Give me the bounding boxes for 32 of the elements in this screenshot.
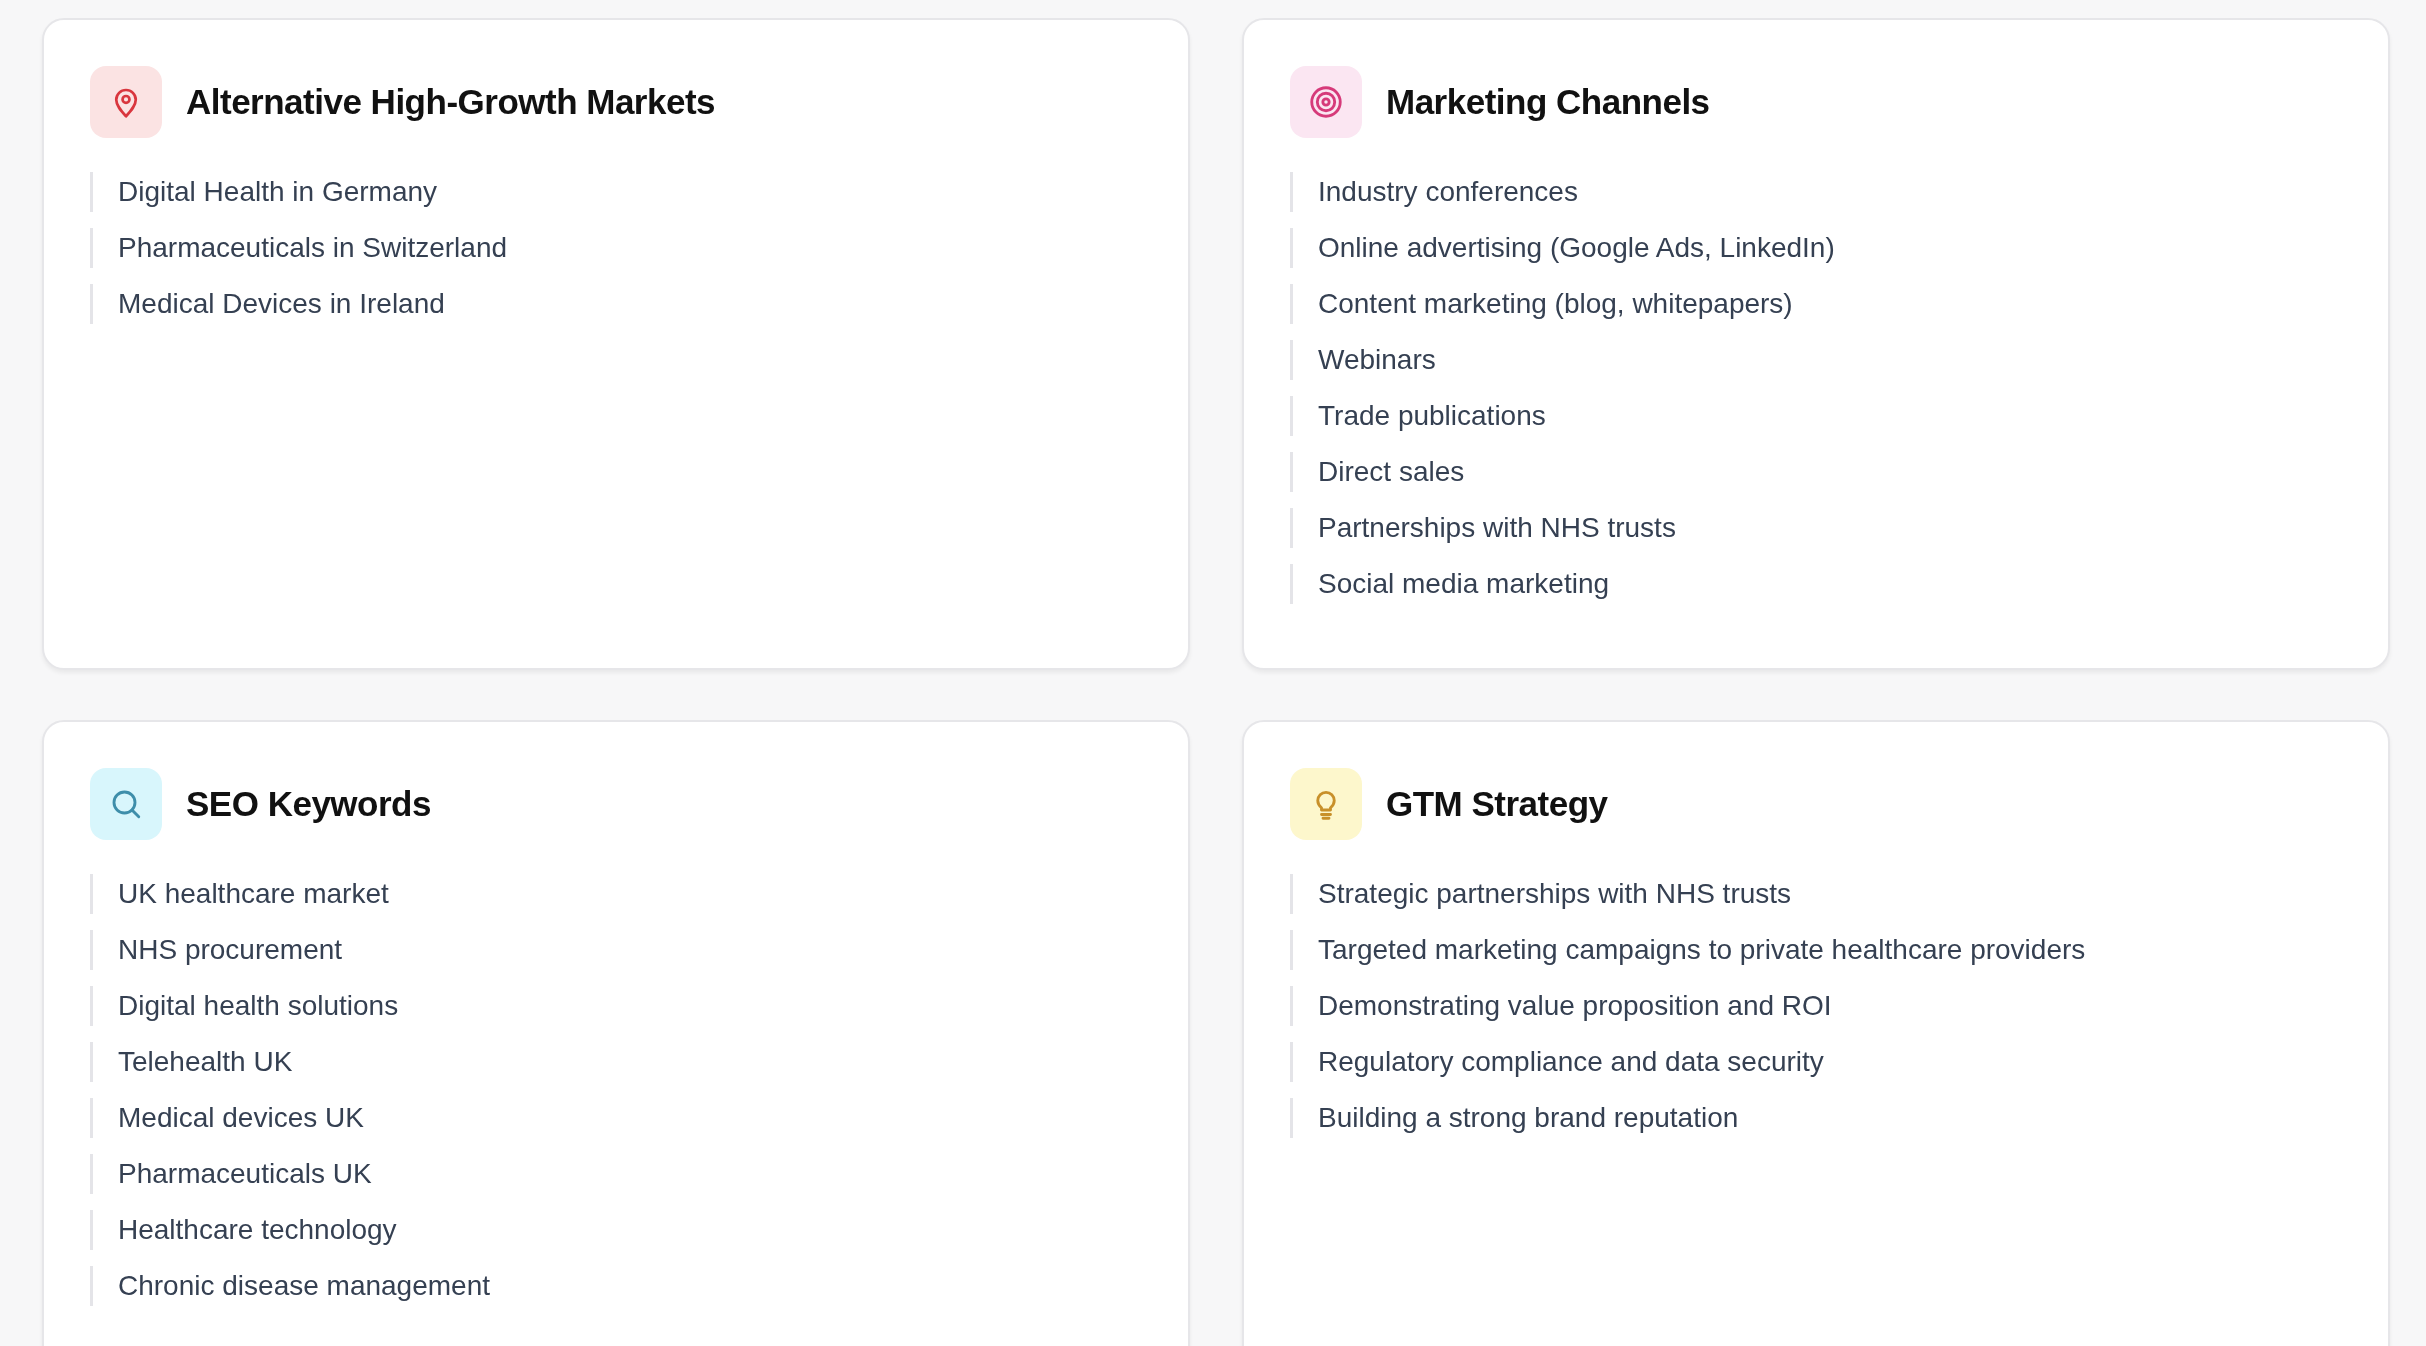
list-item: Digital Health in Germany bbox=[90, 172, 1142, 212]
target-icon bbox=[1290, 66, 1362, 138]
list-item: Content marketing (blog, whitepapers) bbox=[1290, 284, 2342, 324]
search-icon bbox=[90, 768, 162, 840]
list-item: Medical Devices in Ireland bbox=[90, 284, 1142, 324]
list-item: Digital health solutions bbox=[90, 986, 1142, 1026]
card-title: SEO Keywords bbox=[186, 784, 431, 824]
list-item: UK healthcare market bbox=[90, 874, 1142, 914]
list-item: Social media marketing bbox=[1290, 564, 2342, 604]
card-title: Marketing Channels bbox=[1386, 82, 1710, 122]
list-item: Industry conferences bbox=[1290, 172, 2342, 212]
list-item: Trade publications bbox=[1290, 396, 2342, 436]
list-item: Pharmaceuticals UK bbox=[90, 1154, 1142, 1194]
list-item: Medical devices UK bbox=[90, 1098, 1142, 1138]
list-item: Demonstrating value proposition and ROI bbox=[1290, 986, 2342, 1026]
list-item: Regulatory compliance and data security bbox=[1290, 1042, 2342, 1082]
list-item: Targeted marketing campaigns to private healthcare providers bbox=[1290, 930, 2342, 970]
list-item: Webinars bbox=[1290, 340, 2342, 380]
card-title: Alternative High-Growth Markets bbox=[186, 82, 716, 122]
list-item: Chronic disease management bbox=[90, 1266, 1142, 1306]
list-item: Strategic partnerships with NHS trusts bbox=[1290, 874, 2342, 914]
list-item: Pharmaceuticals in Switzerland bbox=[90, 228, 1142, 268]
list-item: Direct sales bbox=[1290, 452, 2342, 492]
list-item: NHS procurement bbox=[90, 930, 1142, 970]
card-title: GTM Strategy bbox=[1386, 784, 1608, 824]
list-item: Partnerships with NHS trusts bbox=[1290, 508, 2342, 548]
list-item: Telehealth UK bbox=[90, 1042, 1142, 1082]
list-item: Building a strong brand reputation bbox=[1290, 1098, 2342, 1138]
map-pin-icon bbox=[90, 66, 162, 138]
lightbulb-icon bbox=[1290, 768, 1362, 840]
list-item: Online advertising (Google Ads, LinkedIn) bbox=[1290, 228, 2342, 268]
list-item: Healthcare technology bbox=[90, 1210, 1142, 1250]
